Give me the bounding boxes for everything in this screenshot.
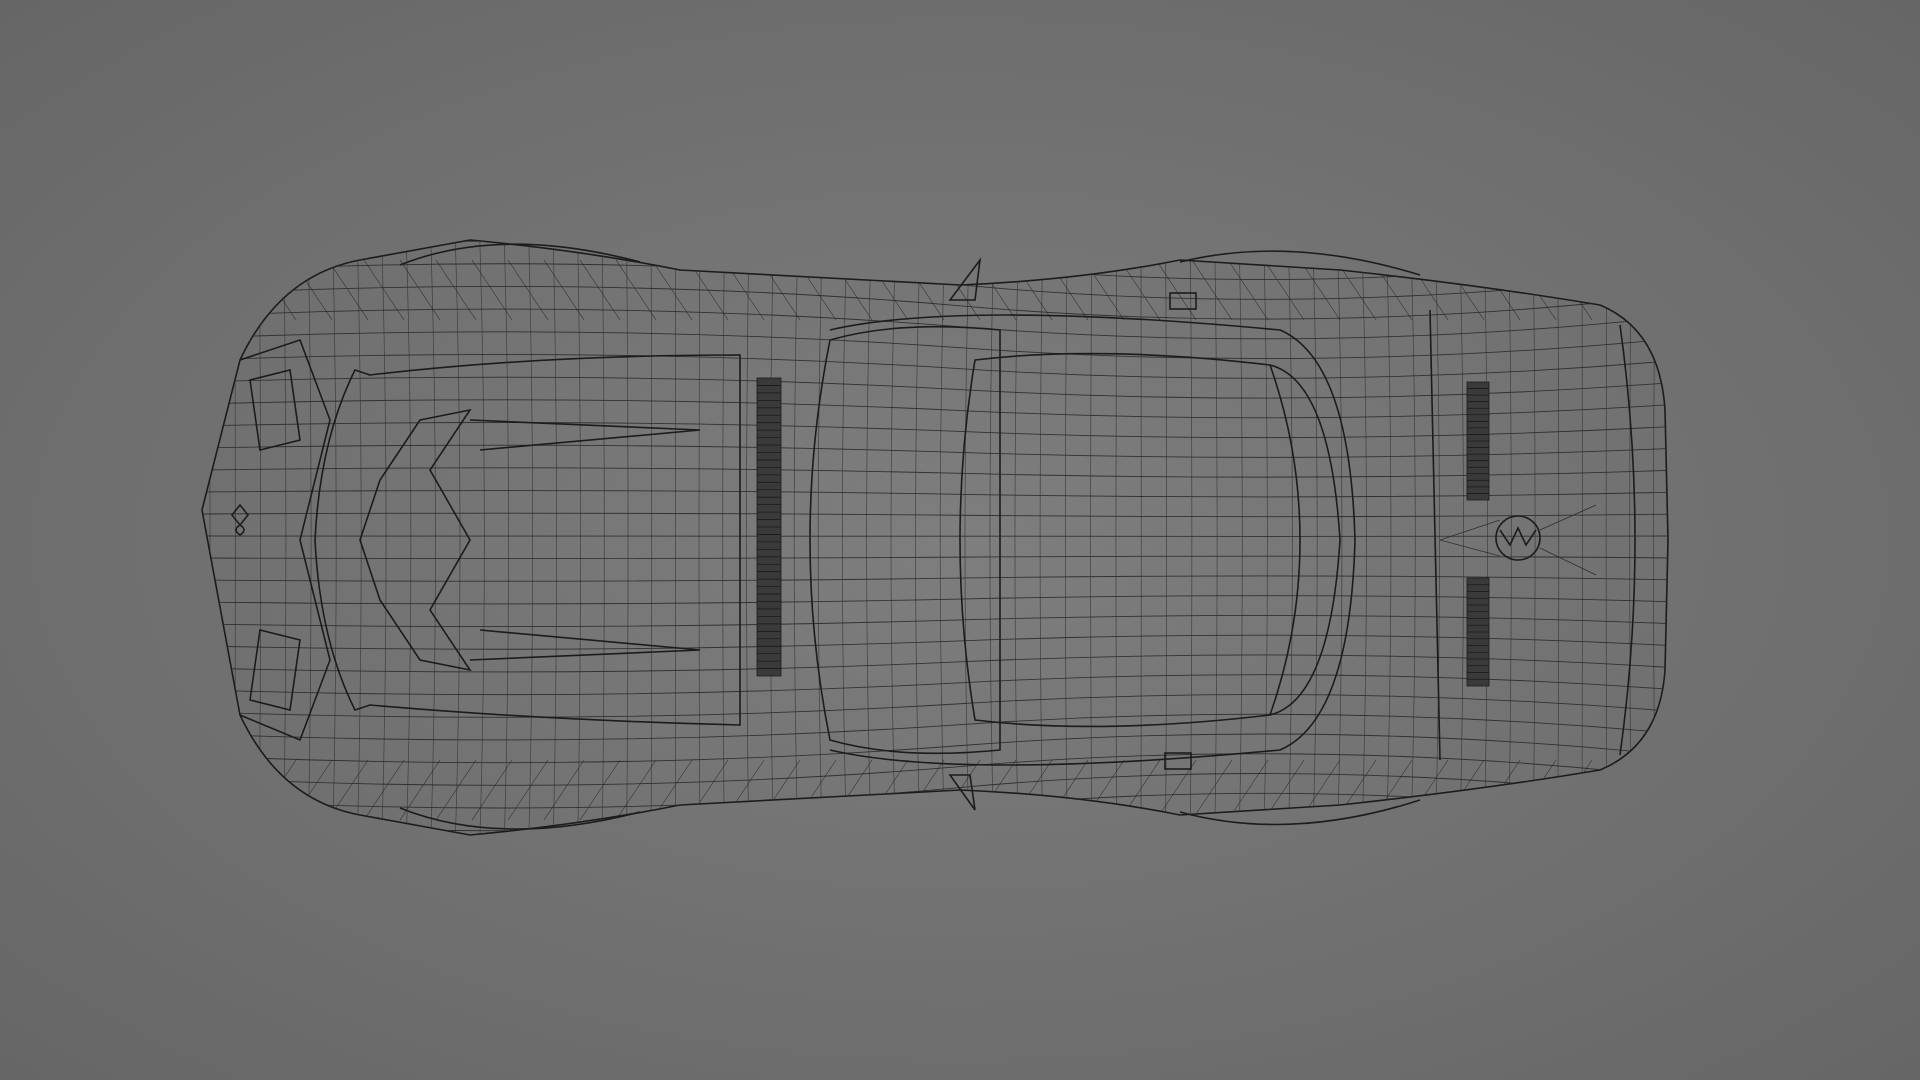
mirror-right (948, 774, 976, 811)
front-headlight-left (249, 369, 301, 451)
front-emblem-icon (230, 503, 250, 536)
front-vent-strip (756, 377, 782, 677)
front-left-fender (399, 243, 641, 266)
rear-bumper-line (1619, 324, 1636, 756)
roof-panel (959, 352, 1301, 728)
hood-panel (314, 354, 741, 726)
rear-vent-bottom (1466, 577, 1490, 687)
hood-scoop-right (469, 629, 701, 661)
3d-viewport[interactable] (0, 0, 1920, 1080)
mesh-grid (202, 240, 1668, 835)
mirror-left (948, 257, 982, 301)
hood-chevron (359, 408, 472, 672)
car-wireframe-model[interactable] (0, 0, 1920, 1080)
rear-vent-top (1466, 381, 1490, 501)
rear-left-fender (1179, 250, 1421, 276)
